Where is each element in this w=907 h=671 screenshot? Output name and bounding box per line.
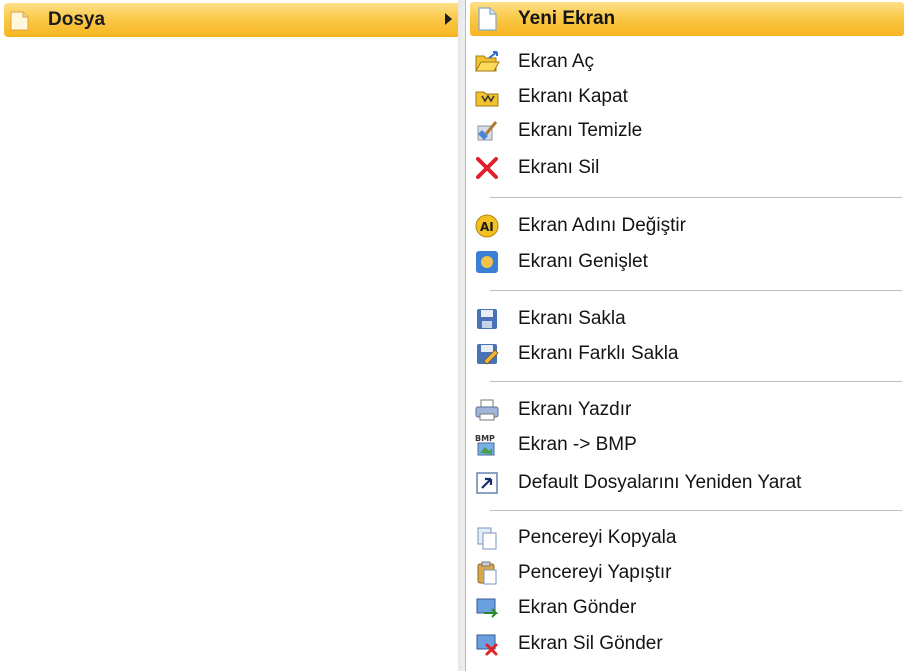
menu-item-ekrani-sil[interactable]: Ekranı Sil: [470, 151, 904, 185]
menu-item-ekrani-yazdir[interactable]: Ekranı Yazdır: [470, 393, 904, 427]
send-delete-icon: [474, 631, 500, 657]
menu-item-ekran-adini-degistir[interactable]: AI Ekran Adını Değiştir: [470, 209, 904, 243]
clean-icon: [474, 118, 500, 144]
menu-item-label: Default Dosyalarını Yeniden Yarat: [518, 472, 802, 493]
menu-item-ekran-sil-gonder[interactable]: Ekran Sil Gönder: [470, 627, 904, 661]
shortcut-arrow-icon: [474, 470, 500, 496]
main-menu: Dosya: [0, 0, 465, 671]
printer-icon: [474, 397, 500, 423]
menu-separator: [490, 510, 902, 511]
menu-item-ekran-bmp[interactable]: BMP Ekran -> BMP: [470, 428, 904, 462]
menu-item-label: Ekranı Farklı Sakla: [518, 343, 679, 364]
close-folder-icon: [474, 84, 500, 110]
menu-item-label: Pencereyi Kopyala: [518, 527, 677, 548]
menu-item-ekrani-sakla[interactable]: Ekranı Sakla: [470, 302, 904, 336]
menu-item-default-dosyalari[interactable]: Default Dosyalarını Yeniden Yarat: [470, 466, 904, 500]
menu-item-label: Ekran Adını Değiştir: [518, 215, 686, 236]
svg-text:BMP: BMP: [475, 434, 495, 443]
menu-item-ekrani-farkli-sakla[interactable]: Ekranı Farklı Sakla: [470, 337, 904, 371]
menu-item-ekrani-temizle[interactable]: Ekranı Temizle: [470, 114, 904, 148]
menu-item-label: Ekranı Sil: [518, 157, 600, 178]
menu-item-label: Ekranı Yazdır: [518, 399, 632, 420]
copy-icon: [474, 525, 500, 551]
menu-item-yeni-ekran[interactable]: Yeni Ekran: [470, 2, 904, 36]
menu-item-pencereyi-yapistir[interactable]: Pencereyi Yapıştır: [470, 556, 904, 590]
menu-item-ekrani-genislet[interactable]: Ekranı Genişlet: [470, 245, 904, 279]
submenu-dosya: Yeni Ekran Ekran Aç Ekranı Kapat Ekranı …: [465, 0, 907, 671]
open-folder-icon: [474, 49, 500, 75]
menu-item-label: Yeni Ekran: [518, 8, 616, 29]
bmp-export-icon: BMP: [474, 432, 500, 458]
menu-separator: [490, 290, 902, 291]
rename-icon: AI: [474, 213, 500, 239]
menu-item-ekran-ac[interactable]: Ekran Aç: [470, 45, 904, 79]
send-icon: [474, 595, 500, 621]
submenu-arrow-icon: [445, 13, 452, 25]
menu-item-label: Ekranı Sakla: [518, 308, 626, 329]
menu-separator: [490, 381, 902, 382]
menu-item-pencereyi-kopyala[interactable]: Pencereyi Kopyala: [470, 521, 904, 555]
menu-item-label: Ekran Gönder: [518, 597, 637, 618]
expand-icon: [474, 249, 500, 275]
menu-item-label: Dosya: [48, 9, 106, 30]
menu-separator: [490, 197, 902, 198]
svg-text:AI: AI: [480, 220, 494, 234]
menu-item-label: Ekran Sil Gönder: [518, 633, 663, 654]
menu-item-ekrani-kapat[interactable]: Ekranı Kapat: [470, 80, 904, 114]
menu-item-label: Ekran Aç: [518, 51, 595, 72]
menu-item-label: Ekranı Genişlet: [518, 251, 648, 272]
paste-icon: [474, 560, 500, 586]
save-icon: [474, 306, 500, 332]
menu-item-label: Pencereyi Yapıştır: [518, 562, 672, 583]
delete-x-icon: [474, 155, 500, 181]
save-as-icon: [474, 341, 500, 367]
folder-icon: [9, 8, 31, 32]
menu-item-label: Ekranı Temizle: [518, 120, 643, 141]
new-document-icon: [474, 6, 500, 32]
menu-item-dosya[interactable]: Dosya: [4, 3, 461, 37]
menu-item-label: Ekranı Kapat: [518, 86, 628, 107]
menu-item-ekran-gonder[interactable]: Ekran Gönder: [470, 591, 904, 625]
menu-item-label: Ekran -> BMP: [518, 434, 637, 455]
